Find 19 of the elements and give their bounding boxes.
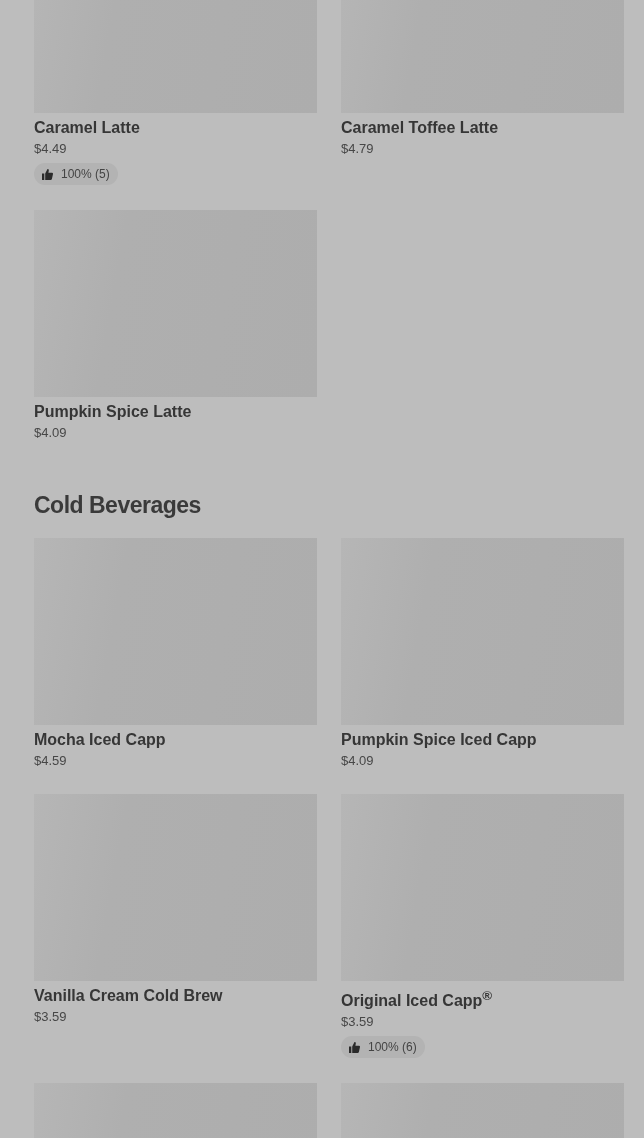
section-heading: Cold Beverages bbox=[34, 491, 202, 519]
product-name[interactable]: Caramel Toffee Latte bbox=[341, 118, 499, 138]
product-price: $4.79 bbox=[341, 141, 374, 157]
product-price: $4.49 bbox=[34, 141, 67, 157]
product-name[interactable]: Original Iced Capp$^{®}$ bbox=[341, 986, 493, 1012]
product-price: $3.59 bbox=[341, 1014, 374, 1031]
thumbs-up-icon bbox=[42, 168, 53, 180]
rating-badge: 100% (5) bbox=[34, 163, 118, 185]
product-name[interactable]: Mocha Iced Capp bbox=[34, 730, 166, 750]
product-name[interactable]: Caramel Latte bbox=[34, 118, 140, 138]
product-price: $4.59 bbox=[34, 753, 67, 769]
product-price: $3.59 bbox=[34, 1009, 67, 1025]
product-price: $4.09 bbox=[341, 753, 374, 769]
product-name[interactable]: Pumpkin Spice Latte bbox=[34, 402, 192, 422]
thumbs-up-icon bbox=[349, 1041, 360, 1053]
product-price: $4.09 bbox=[34, 425, 67, 441]
rating-badge: 100% (6) bbox=[341, 1036, 425, 1059]
product-name[interactable]: Pumpkin Spice Iced Capp bbox=[341, 730, 537, 750]
product-name[interactable]: Vanilla Cream Cold Brew bbox=[34, 986, 223, 1006]
